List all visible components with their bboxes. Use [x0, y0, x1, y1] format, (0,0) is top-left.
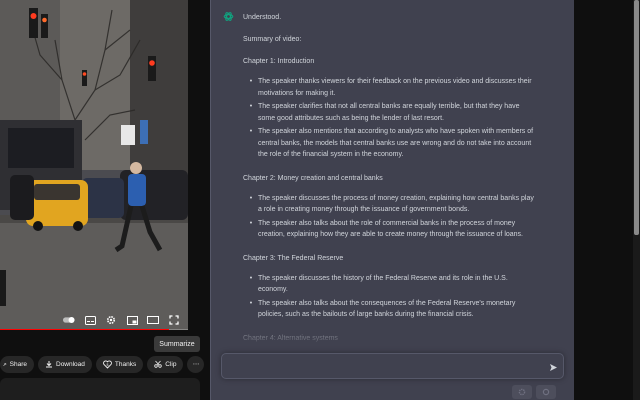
- refresh-icon: [542, 388, 550, 396]
- thanks-icon: $: [103, 360, 112, 369]
- gear-icon: [518, 388, 526, 396]
- bullet-text: The speaker also talks about the role of…: [258, 219, 516, 227]
- miniplayer-icon[interactable]: [126, 314, 138, 326]
- bullet-marker: •: [249, 274, 253, 282]
- summarize-button[interactable]: Summarize: [154, 336, 200, 352]
- chapter-title: Chapter 2: Money creation and central ba…: [243, 174, 383, 182]
- bullet-text: economy.: [258, 286, 288, 293]
- share-label: Share: [9, 360, 27, 368]
- message-intro: Understood.: [243, 14, 282, 21]
- theater-icon[interactable]: [147, 314, 159, 326]
- chat-messages[interactable]: Understood. Summary of video: Chapter 1: I…: [211, 0, 575, 348]
- bullet-text: The speaker discusses the history of the…: [258, 274, 508, 282]
- bullet-marker: •: [249, 219, 253, 227]
- bullet-text: a role in creating money through the iss…: [258, 206, 470, 213]
- bullet-text: the role of the financial system in the …: [258, 151, 404, 158]
- bullet-text: The speaker also mentions that according…: [258, 128, 534, 135]
- more-icon: ⋯: [192, 361, 200, 368]
- settings-icon[interactable]: [105, 314, 117, 326]
- bullet-text: The speaker thanks viewers for their fee…: [258, 78, 532, 85]
- settings-button[interactable]: [512, 385, 532, 399]
- subtitles-icon[interactable]: [84, 314, 96, 326]
- video-frame: [0, 0, 188, 330]
- svg-text:$: $: [106, 362, 108, 366]
- scissors-icon: [154, 360, 162, 368]
- page-background: [574, 0, 640, 400]
- send-button[interactable]: [546, 360, 560, 374]
- openai-logo-icon: [223, 11, 234, 22]
- chat-panel: Understood. Summary of video: Chapter 1: I…: [210, 0, 575, 400]
- download-label: Download: [56, 360, 85, 368]
- video-progress-bar[interactable]: [0, 329, 188, 330]
- player-controls: [0, 310, 188, 330]
- clip-button[interactable]: Clip: [147, 355, 184, 373]
- panel-footer-buttons: [512, 385, 556, 399]
- bullet-marker: •: [249, 78, 253, 85]
- bullet-text: The speaker also talks about the consequ…: [258, 299, 516, 307]
- send-icon: [549, 363, 557, 371]
- summary-heading: Summary of video:: [243, 36, 302, 43]
- refresh-button[interactable]: [536, 385, 556, 399]
- bullet-text: The speaker clarifies that not all centr…: [258, 103, 520, 110]
- bullet-text: motivations for making it.: [258, 89, 336, 97]
- video-progress-fill: [0, 329, 170, 330]
- bullet-marker: •: [249, 299, 253, 307]
- video-actions-bar: Share Download $ Thanks Clip ⋯: [0, 355, 205, 373]
- bullet-marker: •: [249, 194, 253, 202]
- chat-input[interactable]: [230, 359, 540, 373]
- bullet-marker: •: [249, 128, 253, 135]
- more-actions-button[interactable]: ⋯: [187, 355, 205, 373]
- thanks-button[interactable]: $ Thanks: [95, 355, 144, 373]
- video-player[interactable]: [0, 0, 188, 330]
- bullet-text: The speaker discusses the process of mon…: [258, 194, 534, 202]
- download-button[interactable]: Download: [38, 355, 92, 373]
- thanks-label: Thanks: [114, 360, 137, 368]
- fullscreen-icon[interactable]: [168, 314, 180, 326]
- screen: Summarize Share Download $ Thanks Clip ⋯: [0, 0, 640, 400]
- bullet-text: central banks, the models that central b…: [258, 139, 532, 147]
- clip-label: Clip: [165, 360, 177, 368]
- chat-input-box[interactable]: [221, 353, 564, 379]
- download-icon: [46, 361, 52, 368]
- page-scrollbar-thumb[interactable]: [634, 0, 639, 235]
- bullet-text: some good attributes such as being the l…: [258, 114, 444, 122]
- share-button[interactable]: Share: [0, 355, 34, 373]
- bullet-text: creation, explaining how they are able t…: [258, 231, 523, 238]
- chapter-title: Chapter 1: Introduction: [243, 58, 315, 65]
- description-card[interactable]: [0, 378, 200, 400]
- chapter-title: Chapter 3: The Federal Reserve: [243, 254, 344, 262]
- bullet-marker: •: [249, 103, 253, 110]
- scroll-fade: [211, 316, 575, 348]
- share-icon: [3, 362, 7, 366]
- play-toggle-icon[interactable]: [63, 314, 75, 326]
